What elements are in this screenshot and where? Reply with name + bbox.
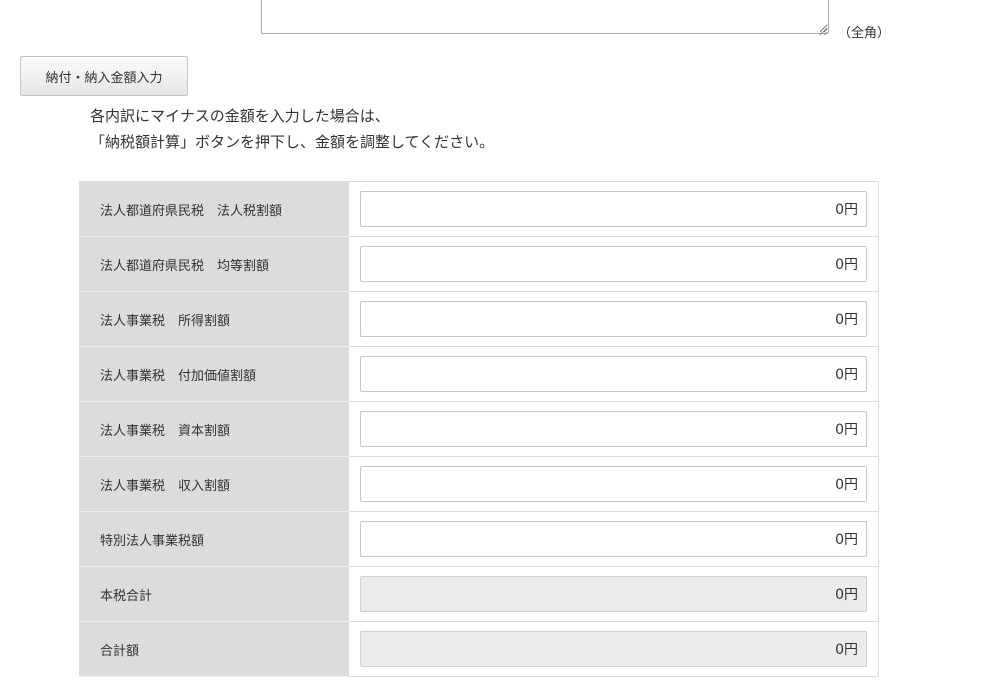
amount-input[interactable]	[360, 301, 867, 337]
row-input-cell	[349, 621, 879, 677]
amount-input[interactable]	[360, 356, 867, 392]
row-label: 本税合計	[79, 566, 349, 622]
row-input-cell	[349, 236, 879, 292]
row-label: 特別法人事業税額	[79, 511, 349, 567]
table-row: 法人事業税 所得割額	[79, 291, 879, 347]
table-row: 法人事業税 収入割額	[79, 456, 879, 512]
table-row: 法人事業税 資本割額	[79, 401, 879, 457]
row-input-cell	[349, 511, 879, 567]
amount-input[interactable]	[360, 466, 867, 502]
row-input-cell	[349, 456, 879, 512]
row-label: 法人事業税 収入割額	[79, 456, 349, 512]
fullwidth-note: （全角）	[838, 26, 891, 41]
row-input-cell	[349, 291, 879, 347]
amount-input	[360, 576, 867, 612]
memo-textarea[interactable]	[261, 0, 829, 34]
table-row: 法人事業税 付加価値割額	[79, 346, 879, 402]
notice-line-2: 「納税額計算」ボタンを押下し、金額を調整してください。	[90, 133, 495, 151]
amount-input[interactable]	[360, 411, 867, 447]
table-row: 合計額	[79, 621, 879, 677]
notice-line-1: 各内訳にマイナスの金額を入力した場合は、	[90, 107, 390, 125]
row-label: 合計額	[79, 621, 349, 677]
row-label: 法人事業税 付加価値割額	[79, 346, 349, 402]
table-row: 特別法人事業税額	[79, 511, 879, 567]
row-input-cell	[349, 346, 879, 402]
payment-amount-input-button[interactable]: 納付・納入金額入力	[20, 56, 188, 96]
row-label: 法人都道府県民税 法人税割額	[79, 181, 349, 237]
amount-input	[360, 631, 867, 667]
row-input-cell	[349, 401, 879, 457]
negative-amount-notice: 各内訳にマイナスの金額を入力した場合は、 「納税額計算」ボタンを押下し、金額を調…	[90, 103, 494, 155]
table-row: 法人都道府県民税 法人税割額	[79, 181, 879, 237]
amount-input[interactable]	[360, 191, 867, 227]
tax-amount-table: 法人都道府県民税 法人税割額 法人都道府県民税 均等割額 法人事業税 所得割額 …	[79, 181, 879, 677]
table-row: 法人都道府県民税 均等割額	[79, 236, 879, 292]
row-input-cell	[349, 181, 879, 237]
row-input-cell	[349, 566, 879, 622]
row-label: 法人都道府県民税 均等割額	[79, 236, 349, 292]
row-label: 法人事業税 資本割額	[79, 401, 349, 457]
amount-input[interactable]	[360, 521, 867, 557]
row-label: 法人事業税 所得割額	[79, 291, 349, 347]
amount-input[interactable]	[360, 246, 867, 282]
tax-payment-form: （全角） 納付・納入金額入力 各内訳にマイナスの金額を入力した場合は、 「納税額…	[0, 0, 982, 700]
table-row: 本税合計	[79, 566, 879, 622]
